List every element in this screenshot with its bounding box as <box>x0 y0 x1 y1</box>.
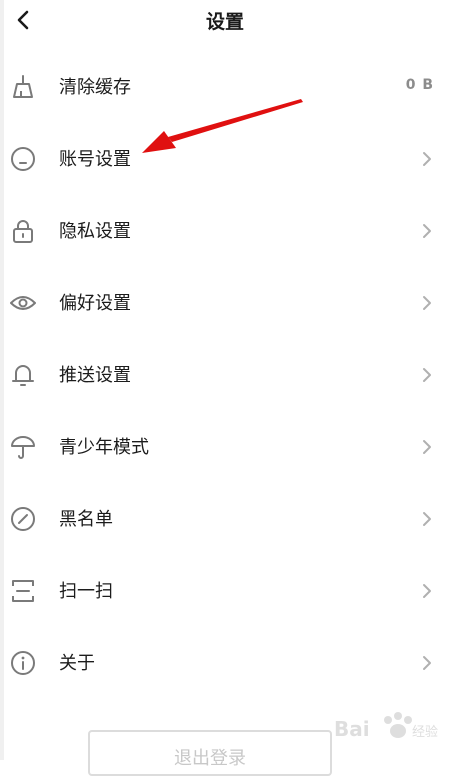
eye-icon <box>10 296 36 310</box>
svg-text:经验: 经验 <box>412 724 438 740</box>
svg-text:Bai: Bai <box>334 717 370 741</box>
page-title: 设置 <box>205 11 244 33</box>
chevron-right-icon <box>423 224 431 238</box>
chevron-right-icon <box>423 584 431 598</box>
settings-item-label: 账号设置 <box>59 149 131 170</box>
settings-item-label: 黑名单 <box>59 509 113 530</box>
bell-icon <box>12 365 34 386</box>
settings-item-teen-mode[interactable]: 青少年模式 <box>0 411 450 483</box>
settings-item-about[interactable]: 关于 <box>0 627 450 699</box>
header: 设置 <box>0 0 450 42</box>
cache-size-value: 0 B <box>405 77 434 93</box>
umbrella-icon <box>11 436 35 459</box>
settings-item-account[interactable]: 账号设置 <box>0 123 450 195</box>
settings-item-label: 青少年模式 <box>59 437 149 458</box>
lock-icon <box>13 220 33 243</box>
chevron-right-icon <box>423 656 431 670</box>
chevron-right-icon <box>423 296 431 310</box>
settings-item-label: 清除缓存 <box>59 77 131 98</box>
settings-item-label: 隐私设置 <box>59 221 131 242</box>
chevron-right-icon <box>423 440 431 454</box>
chevron-right-icon <box>423 368 431 382</box>
settings-list: 清除缓存 0 B 账号设置 隐私设置 偏好设置 推送设置 青少年模式 黑名单 扫… <box>0 51 450 699</box>
chevron-right-icon <box>423 512 431 526</box>
logout-label: 退出登录 <box>174 748 246 769</box>
chevron-right-icon <box>423 152 431 166</box>
settings-item-clear-cache[interactable]: 清除缓存 0 B <box>0 51 450 123</box>
settings-item-label: 关于 <box>59 653 95 674</box>
logout-button[interactable]: 退出登录 <box>88 730 332 776</box>
info-icon <box>11 651 35 675</box>
baidu-watermark: Bai 经验 <box>334 712 438 741</box>
scan-icon <box>12 580 34 602</box>
settings-item-label: 偏好设置 <box>59 293 131 314</box>
broom-icon <box>13 75 33 98</box>
settings-item-push[interactable]: 推送设置 <box>0 339 450 411</box>
account-icon <box>11 147 35 171</box>
settings-item-privacy[interactable]: 隐私设置 <box>0 195 450 267</box>
settings-item-blacklist[interactable]: 黑名单 <box>0 483 450 555</box>
settings-item-label: 扫一扫 <box>59 581 113 602</box>
settings-item-preferences[interactable]: 偏好设置 <box>0 267 450 339</box>
block-icon <box>11 507 35 531</box>
settings-item-label: 推送设置 <box>59 365 131 386</box>
settings-item-scan[interactable]: 扫一扫 <box>0 555 450 627</box>
